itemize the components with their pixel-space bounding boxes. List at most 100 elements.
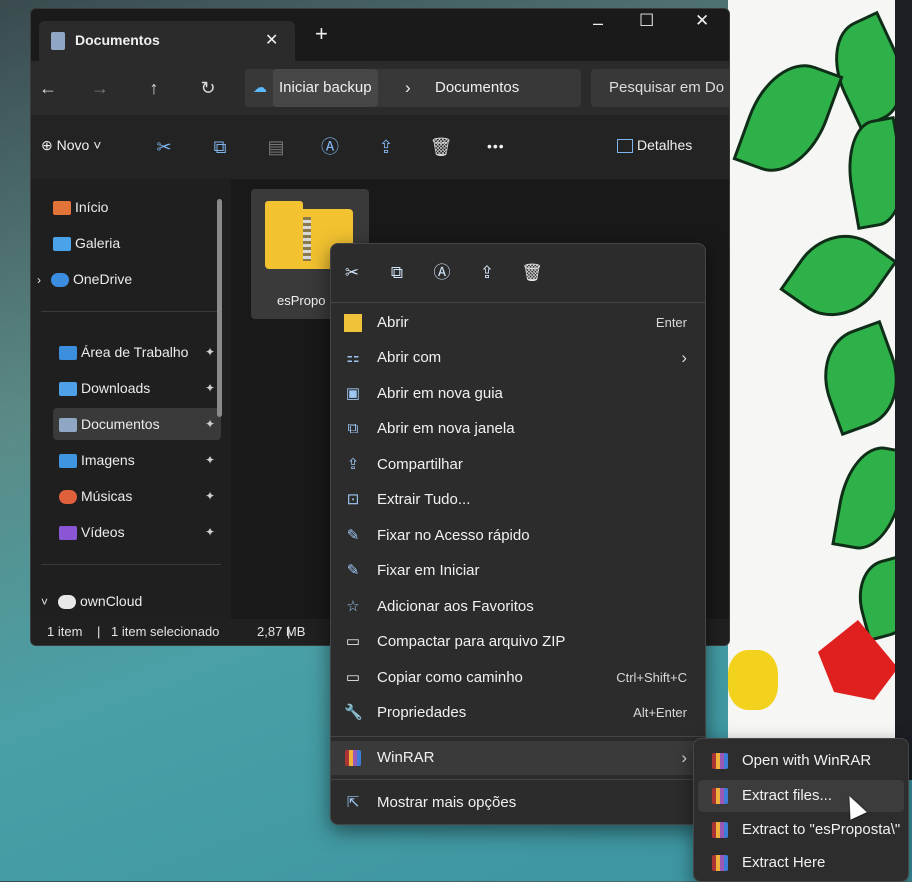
- menu-item-compactar-zip[interactable]: ▭ Compactar para arquivo ZIP: [331, 625, 705, 659]
- menu-item-label: Abrir em nova guia: [377, 385, 503, 402]
- menu-item-shortcut: Alt+Enter: [633, 705, 687, 720]
- breadcrumb-documentos[interactable]: Documentos: [435, 79, 519, 96]
- owncloud-icon: [58, 595, 77, 610]
- artwork-leaf: [779, 214, 898, 337]
- menu-item-mostrar-mais-opcoes[interactable]: ⇱ Mostrar mais opções: [331, 786, 705, 820]
- folder-open-icon: ■: [344, 314, 362, 332]
- close-button[interactable]: ✕: [695, 11, 709, 31]
- forward-arrow-icon[interactable]: →: [83, 73, 117, 103]
- menu-item-abrir[interactable]: ■ Abrir Enter: [331, 306, 705, 340]
- sidebar-item-label: Área de Trabalho: [81, 344, 189, 360]
- details-button[interactable]: Detalhes: [617, 137, 692, 154]
- menu-item-adicionar-favoritos[interactable]: ☆ Adicionar aos Favoritos: [331, 590, 705, 624]
- more-options-button[interactable]: •••: [487, 138, 505, 154]
- menu-item-abrir-nova-guia[interactable]: ▣ Abrir em nova guia: [331, 377, 705, 411]
- sidebar-scrollbar[interactable]: [217, 199, 222, 417]
- submenu-item-open-with-winrar[interactable]: Open with WinRAR: [698, 745, 904, 777]
- menu-item-abrir-com[interactable]: ⚏ Abrir com ›: [331, 341, 705, 375]
- background-dark-strip: [895, 0, 912, 780]
- menu-item-label: Copiar como caminho: [377, 669, 523, 686]
- menu-item-propriedades[interactable]: 🔧 Propriedades Alt+Enter: [331, 696, 705, 730]
- sidebar-item-area-de-trabalho[interactable]: Área de Trabalho ✦: [59, 336, 221, 368]
- sidebar-item-inicio[interactable]: Início: [53, 191, 221, 223]
- home-icon: [53, 201, 71, 216]
- minimize-button[interactable]: –: [593, 13, 603, 34]
- sidebar-item-onedrive[interactable]: › OneDrive: [37, 263, 221, 295]
- navigation-pane: Início Galeria › OneDrive Área de Trabalh…: [31, 179, 231, 619]
- share-icon[interactable]: ⇪: [369, 132, 403, 162]
- search-box[interactable]: Pesquisar em Do: [591, 69, 729, 107]
- pin-icon: ✦: [204, 417, 215, 431]
- menu-item-copiar-caminho[interactable]: ▭ Copiar como caminho Ctrl+Shift+C: [331, 661, 705, 695]
- sidebar-item-imagens[interactable]: Imagens ✦: [59, 444, 221, 476]
- menu-item-abrir-nova-janela[interactable]: ⧉ Abrir em nova janela: [331, 412, 705, 446]
- sidebar-item-videos[interactable]: Vídeos ✦: [59, 516, 221, 548]
- sidebar-item-owncloud[interactable]: ˅ ownCloud: [41, 585, 221, 617]
- submenu-item-extract-files[interactable]: Extract files...: [698, 780, 904, 812]
- extract-icon: ⊡: [346, 491, 360, 508]
- menu-item-extrair-tudo[interactable]: ⊡ Extrair Tudo...: [331, 483, 705, 517]
- sidebar-item-musicas[interactable]: Músicas ✦: [59, 480, 221, 512]
- winrar-icon: [345, 750, 361, 766]
- more-options-icon: ⇱: [346, 794, 360, 811]
- submenu-item-label: Open with WinRAR: [742, 752, 872, 769]
- winrar-icon: [712, 753, 728, 769]
- up-arrow-icon[interactable]: ↑: [137, 73, 171, 103]
- new-window-icon: ⧉: [347, 420, 359, 437]
- menu-item-winrar[interactable]: WinRAR ›: [331, 741, 705, 775]
- sidebar-item-galeria[interactable]: Galeria: [53, 227, 221, 259]
- sidebar-item-downloads[interactable]: Downloads ✦: [59, 372, 221, 404]
- menu-item-shortcut: Ctrl+Shift+C: [616, 670, 687, 685]
- delete-icon[interactable]: 🗑: [517, 258, 547, 288]
- menu-divider: [331, 736, 705, 737]
- copy-path-icon: ▭: [345, 669, 361, 686]
- cut-icon[interactable]: ✂: [147, 132, 181, 162]
- copy-icon[interactable]: ⧉: [203, 132, 237, 162]
- maximize-button[interactable]: ☐: [639, 11, 654, 31]
- cut-icon[interactable]: ✂: [337, 258, 367, 288]
- pin-icon: ✎: [346, 527, 360, 544]
- address-bar[interactable]: ☁ Iniciar backup › Documentos: [245, 69, 581, 107]
- menu-item-label: Abrir em nova janela: [377, 420, 515, 437]
- star-icon: ☆: [346, 598, 360, 615]
- tab-documentos[interactable]: Documentos ✕: [39, 21, 295, 61]
- new-button[interactable]: ⊕ Novo ˅: [41, 137, 101, 154]
- menu-item-label: Compactar para arquivo ZIP: [377, 633, 566, 650]
- submenu-item-extract-here[interactable]: Extract Here: [698, 847, 904, 879]
- copy-icon[interactable]: ⧉: [382, 258, 412, 288]
- paste-icon[interactable]: ▤: [259, 132, 293, 162]
- details-pane-icon: [617, 139, 633, 154]
- search-input[interactable]: Pesquisar em Do: [609, 79, 724, 96]
- sidebar-item-label: Documentos: [81, 416, 160, 432]
- submenu-item-label: Extract to "esProposta\": [742, 821, 901, 838]
- status-separator: |: [287, 624, 291, 639]
- submenu-item-extract-to[interactable]: Extract to "esProposta\": [698, 814, 904, 846]
- rename-icon[interactable]: Ⓐ: [313, 132, 347, 162]
- documents-icon: [59, 418, 77, 433]
- new-tab-button[interactable]: +: [315, 21, 328, 47]
- delete-icon[interactable]: 🗑: [424, 132, 458, 162]
- refresh-icon[interactable]: ↻: [191, 73, 225, 103]
- menu-item-fixar-acesso-rapido[interactable]: ✎ Fixar no Acesso rápido: [331, 519, 705, 553]
- menu-item-compartilhar[interactable]: ⇪ Compartilhar: [331, 448, 705, 482]
- sidebar-item-label: Imagens: [81, 452, 135, 468]
- selected-count: 1 item selecionado: [111, 624, 220, 639]
- menu-item-label: Extrair Tudo...: [377, 491, 471, 508]
- back-arrow-icon[interactable]: ←: [31, 73, 65, 103]
- zip-icon: ▭: [345, 633, 361, 650]
- tab-close-icon[interactable]: ✕: [265, 30, 278, 50]
- desktop-icon: [59, 346, 77, 361]
- sidebar-item-label: Músicas: [81, 488, 133, 504]
- rename-icon[interactable]: Ⓐ: [427, 258, 457, 288]
- title-bar: Documentos ✕ + – ☐ ✕: [31, 9, 729, 61]
- sidebar-item-label: OneDrive: [73, 271, 133, 287]
- menu-divider: [331, 302, 705, 303]
- selected-size: 2,87 MB: [257, 624, 306, 639]
- new-tab-icon: ▣: [345, 385, 361, 402]
- sidebar-item-documentos[interactable]: Documentos ✦: [53, 408, 221, 440]
- breadcrumb-backup[interactable]: Iniciar backup: [273, 69, 378, 107]
- menu-item-fixar-iniciar[interactable]: ✎ Fixar em Iniciar: [331, 554, 705, 588]
- command-toolbar: ⊕ Novo ˅ ✂ ⧉ ▤ Ⓐ ⇪ 🗑 ••• Detalhes: [31, 115, 729, 180]
- folder-tab: [265, 201, 303, 213]
- share-icon[interactable]: ⇪: [472, 258, 502, 288]
